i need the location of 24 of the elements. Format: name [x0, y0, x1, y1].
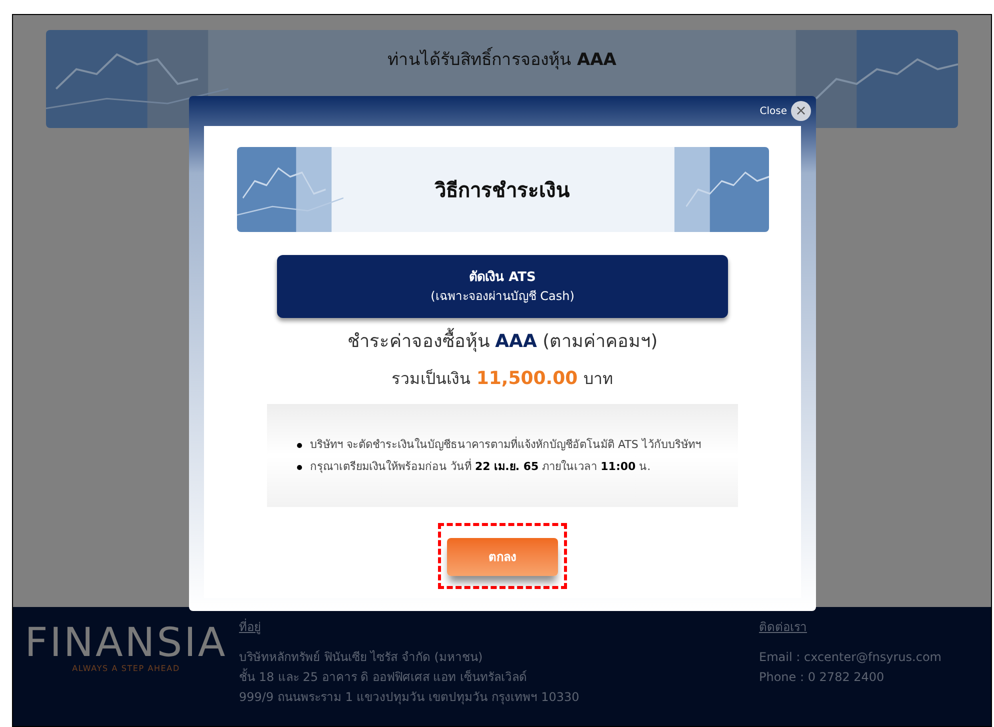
modal-title: วิธีการชำระเงิน — [435, 176, 570, 204]
address-line: 999/9 ถนนพระราม 1 แขวงปทุมวัน เขตปทุมวัน กรุงเทพฯ 10330 — [239, 689, 580, 706]
note-text: บริษัทฯ จะตัดชำระเงินในบัญชีธนาคารตามที่แจ้งหักบัญชีอัตโนมัติ ATS ไว้กับบริษัทฯ — [310, 436, 701, 452]
bullet-icon — [297, 442, 302, 448]
address-line: บริษัทหลักทรัพย์ ฟินันเซีย ไซรัส จำกัด (มหาชน) — [239, 649, 484, 666]
bullet-icon — [297, 464, 302, 470]
logo-tagline: ALWAYS A STEP AHEAD — [72, 663, 180, 675]
summary-text: ชำระค่าจองซื้อหุ้น AAA (ตามค่าคอมฯ) — [347, 328, 658, 355]
total-label: รวมเป็นเงิน — [391, 368, 470, 390]
method-title: ตัดเงิน ATS — [469, 268, 536, 287]
note-text: กรุณาเตรียมเงินให้พร้อมก่อน วันที่ 22 เม.ย. 65 ภายในเวลา 11:00 น. — [310, 458, 651, 475]
address-heading[interactable]: ที่อยู่ — [239, 617, 261, 637]
address-line: ชั้น 18 และ 25 อาคาร ดิ ออฟฟิศเศส แอท เซ็นทรัลเวิลด์ — [239, 667, 528, 686]
banner-title: ท่านได้รับสิทธิ์การจองหุ้น AAA — [388, 48, 616, 74]
method-subtitle: (เฉพาะจองผ่านบัญชี Cash) — [430, 288, 574, 306]
logo: FINANSIA — [24, 623, 228, 663]
close-label: Close — [760, 104, 787, 118]
contact-line: Email : cxcenter@fnsyrus.com — [759, 649, 942, 666]
close-button[interactable]: × — [791, 101, 811, 121]
contact-line: Phone : 0 2782 2400 — [759, 669, 886, 686]
total-amount: 11,500.00 — [476, 367, 578, 391]
ok-button[interactable]: ตกลง — [447, 538, 558, 576]
total-unit: บาท — [584, 368, 614, 390]
contact-heading[interactable]: ติดต่อเรา — [759, 617, 807, 637]
